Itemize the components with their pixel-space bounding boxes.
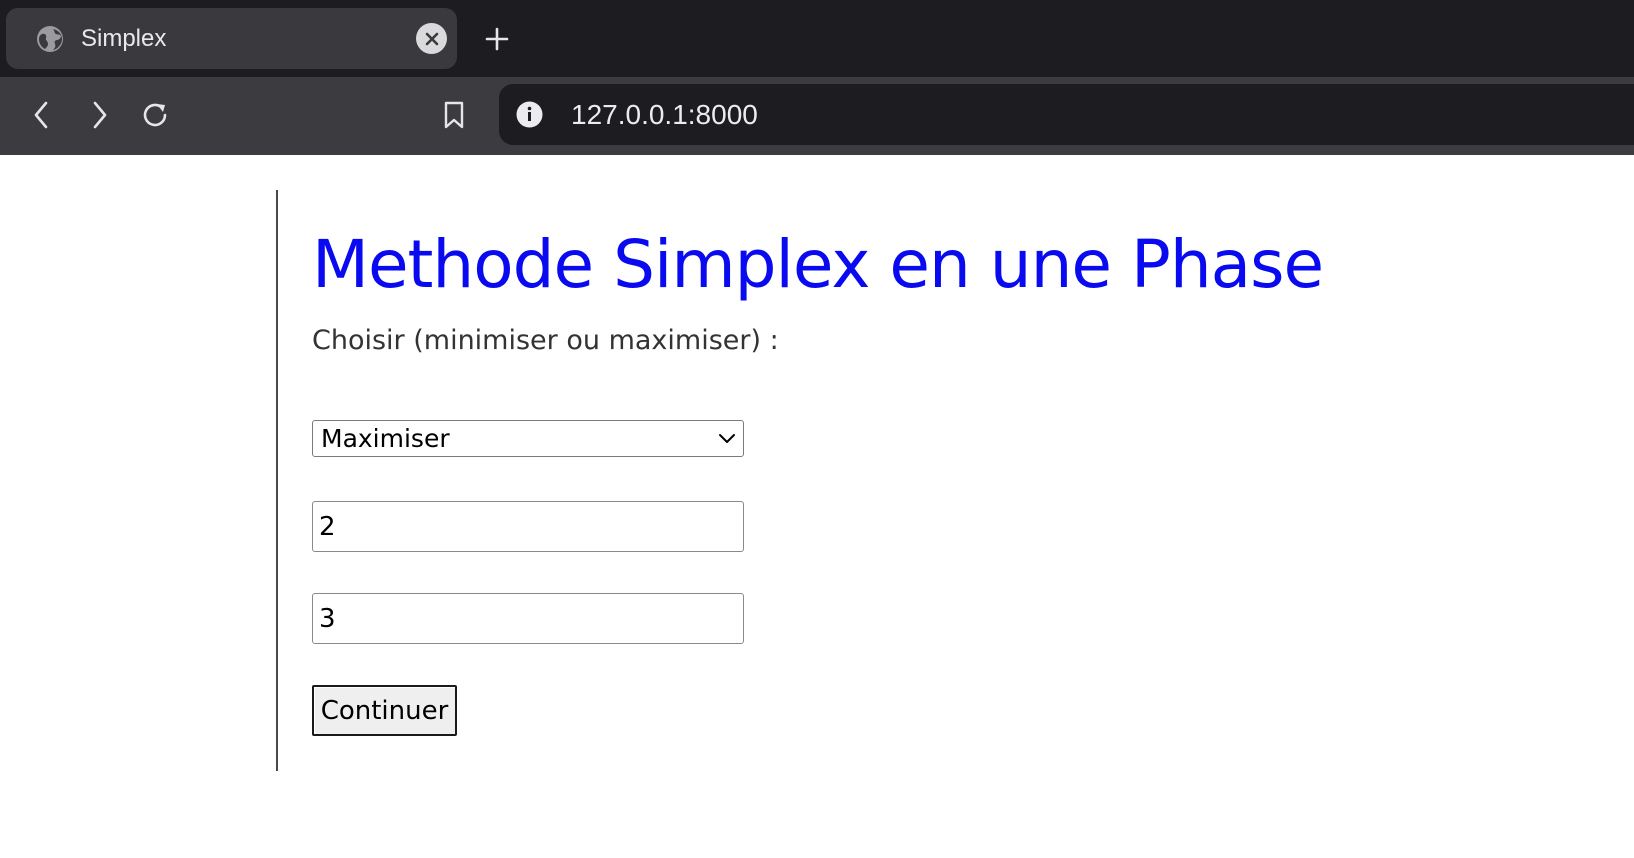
page-title: Methode Simplex en une Phase — [312, 226, 1324, 303]
variables-count-input[interactable]: 2 — [312, 501, 744, 552]
tab-title: Simplex — [81, 25, 167, 52]
constraints-count-value: 3 — [319, 604, 336, 634]
objective-select[interactable]: Maximiser — [312, 420, 744, 457]
browser-tab-bar: Simplex — [0, 0, 1634, 77]
url-text[interactable]: 127.0.0.1:8000 — [571, 98, 758, 132]
objective-select-value: Maximiser — [321, 424, 450, 453]
browser-tab[interactable]: Simplex — [6, 8, 457, 69]
page-content: Methode Simplex en une Phase Choisir (mi… — [0, 155, 1634, 858]
address-bar[interactable]: 127.0.0.1:8000 — [499, 84, 1634, 145]
content-divider — [276, 190, 278, 771]
chevron-right-icon[interactable] — [79, 95, 119, 135]
reload-icon[interactable] — [136, 95, 176, 135]
close-icon[interactable] — [416, 23, 447, 54]
info-icon[interactable] — [516, 101, 543, 128]
constraints-count-input[interactable]: 3 — [312, 593, 744, 644]
variables-count-value: 2 — [319, 512, 336, 542]
globe-icon — [36, 25, 64, 53]
objective-prompt: Choisir (minimiser ou maximiser) : — [312, 325, 779, 356]
chevron-down-icon — [717, 430, 737, 448]
bookmark-icon[interactable] — [434, 95, 474, 135]
plus-icon[interactable] — [480, 22, 514, 56]
chevron-left-icon[interactable] — [22, 95, 62, 135]
continue-button[interactable]: Continuer — [312, 685, 457, 736]
